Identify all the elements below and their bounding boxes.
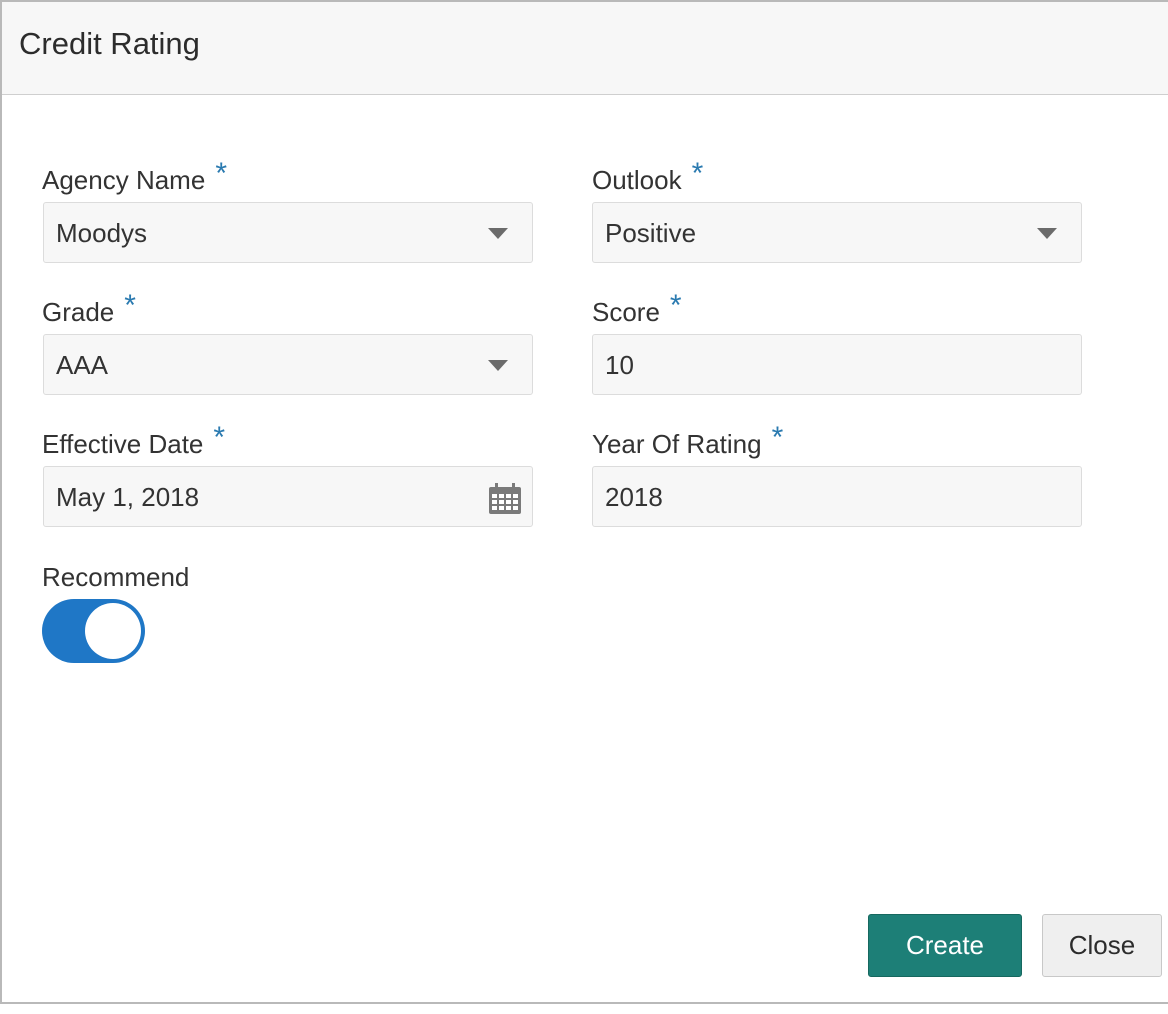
required-mark: * — [215, 157, 227, 190]
score-value: 10 — [605, 350, 634, 380]
grade-value: AAA — [56, 350, 109, 380]
required-mark: * — [691, 157, 704, 190]
grade-label-text: Grade — [42, 297, 115, 327]
grade-label: Grade * — [42, 289, 136, 329]
required-mark: * — [771, 421, 784, 454]
caret-down-icon — [488, 360, 508, 371]
outlook-label-text: Outlook — [592, 165, 682, 195]
effective-date-input[interactable]: May 1, 2018 — [43, 466, 533, 527]
caret-down-icon — [1037, 228, 1057, 239]
agency-name-label: Agency Name * — [42, 157, 227, 197]
dialog-header: Credit Rating — [2, 2, 1168, 95]
effective-date-label: Effective Date * — [42, 421, 225, 461]
outlook-dropdown[interactable]: Positive — [592, 202, 1082, 263]
recommend-label: Recommend — [42, 562, 190, 592]
effective-date-value: May 1, 2018 — [56, 482, 200, 512]
close-button[interactable]: Close — [1042, 914, 1162, 977]
year-of-rating-label: Year Of Rating * — [592, 421, 783, 461]
outlook-label: Outlook * — [592, 157, 703, 197]
score-label-text: Score — [592, 297, 660, 327]
recommend-toggle[interactable] — [42, 599, 145, 663]
outlook-value: Positive — [605, 218, 697, 248]
year-of-rating-label-text: Year Of Rating — [592, 429, 762, 459]
credit-rating-dialog: Credit Rating Agency Name * Moodys Outloo… — [0, 0, 1168, 1004]
agency-name-dropdown[interactable]: Moodys — [43, 202, 533, 263]
year-of-rating-value: 2018 — [605, 482, 663, 512]
calendar-icon[interactable] — [488, 483, 522, 515]
dialog-title: Credit Rating — [19, 26, 200, 61]
effective-date-label-text: Effective Date — [42, 429, 204, 459]
create-button[interactable]: Create — [868, 914, 1022, 977]
score-input[interactable]: 10 — [592, 334, 1082, 395]
toggle-knob — [85, 603, 141, 659]
grade-dropdown[interactable]: AAA — [43, 334, 533, 395]
required-mark: * — [213, 421, 226, 454]
agency-name-value: Moodys — [56, 218, 148, 248]
year-of-rating-input[interactable]: 2018 — [592, 466, 1082, 527]
agency-name-label-text: Agency Name — [42, 165, 206, 195]
caret-down-icon — [488, 228, 508, 239]
required-mark: * — [669, 289, 682, 322]
required-mark: * — [124, 289, 136, 322]
score-label: Score * — [592, 289, 682, 329]
